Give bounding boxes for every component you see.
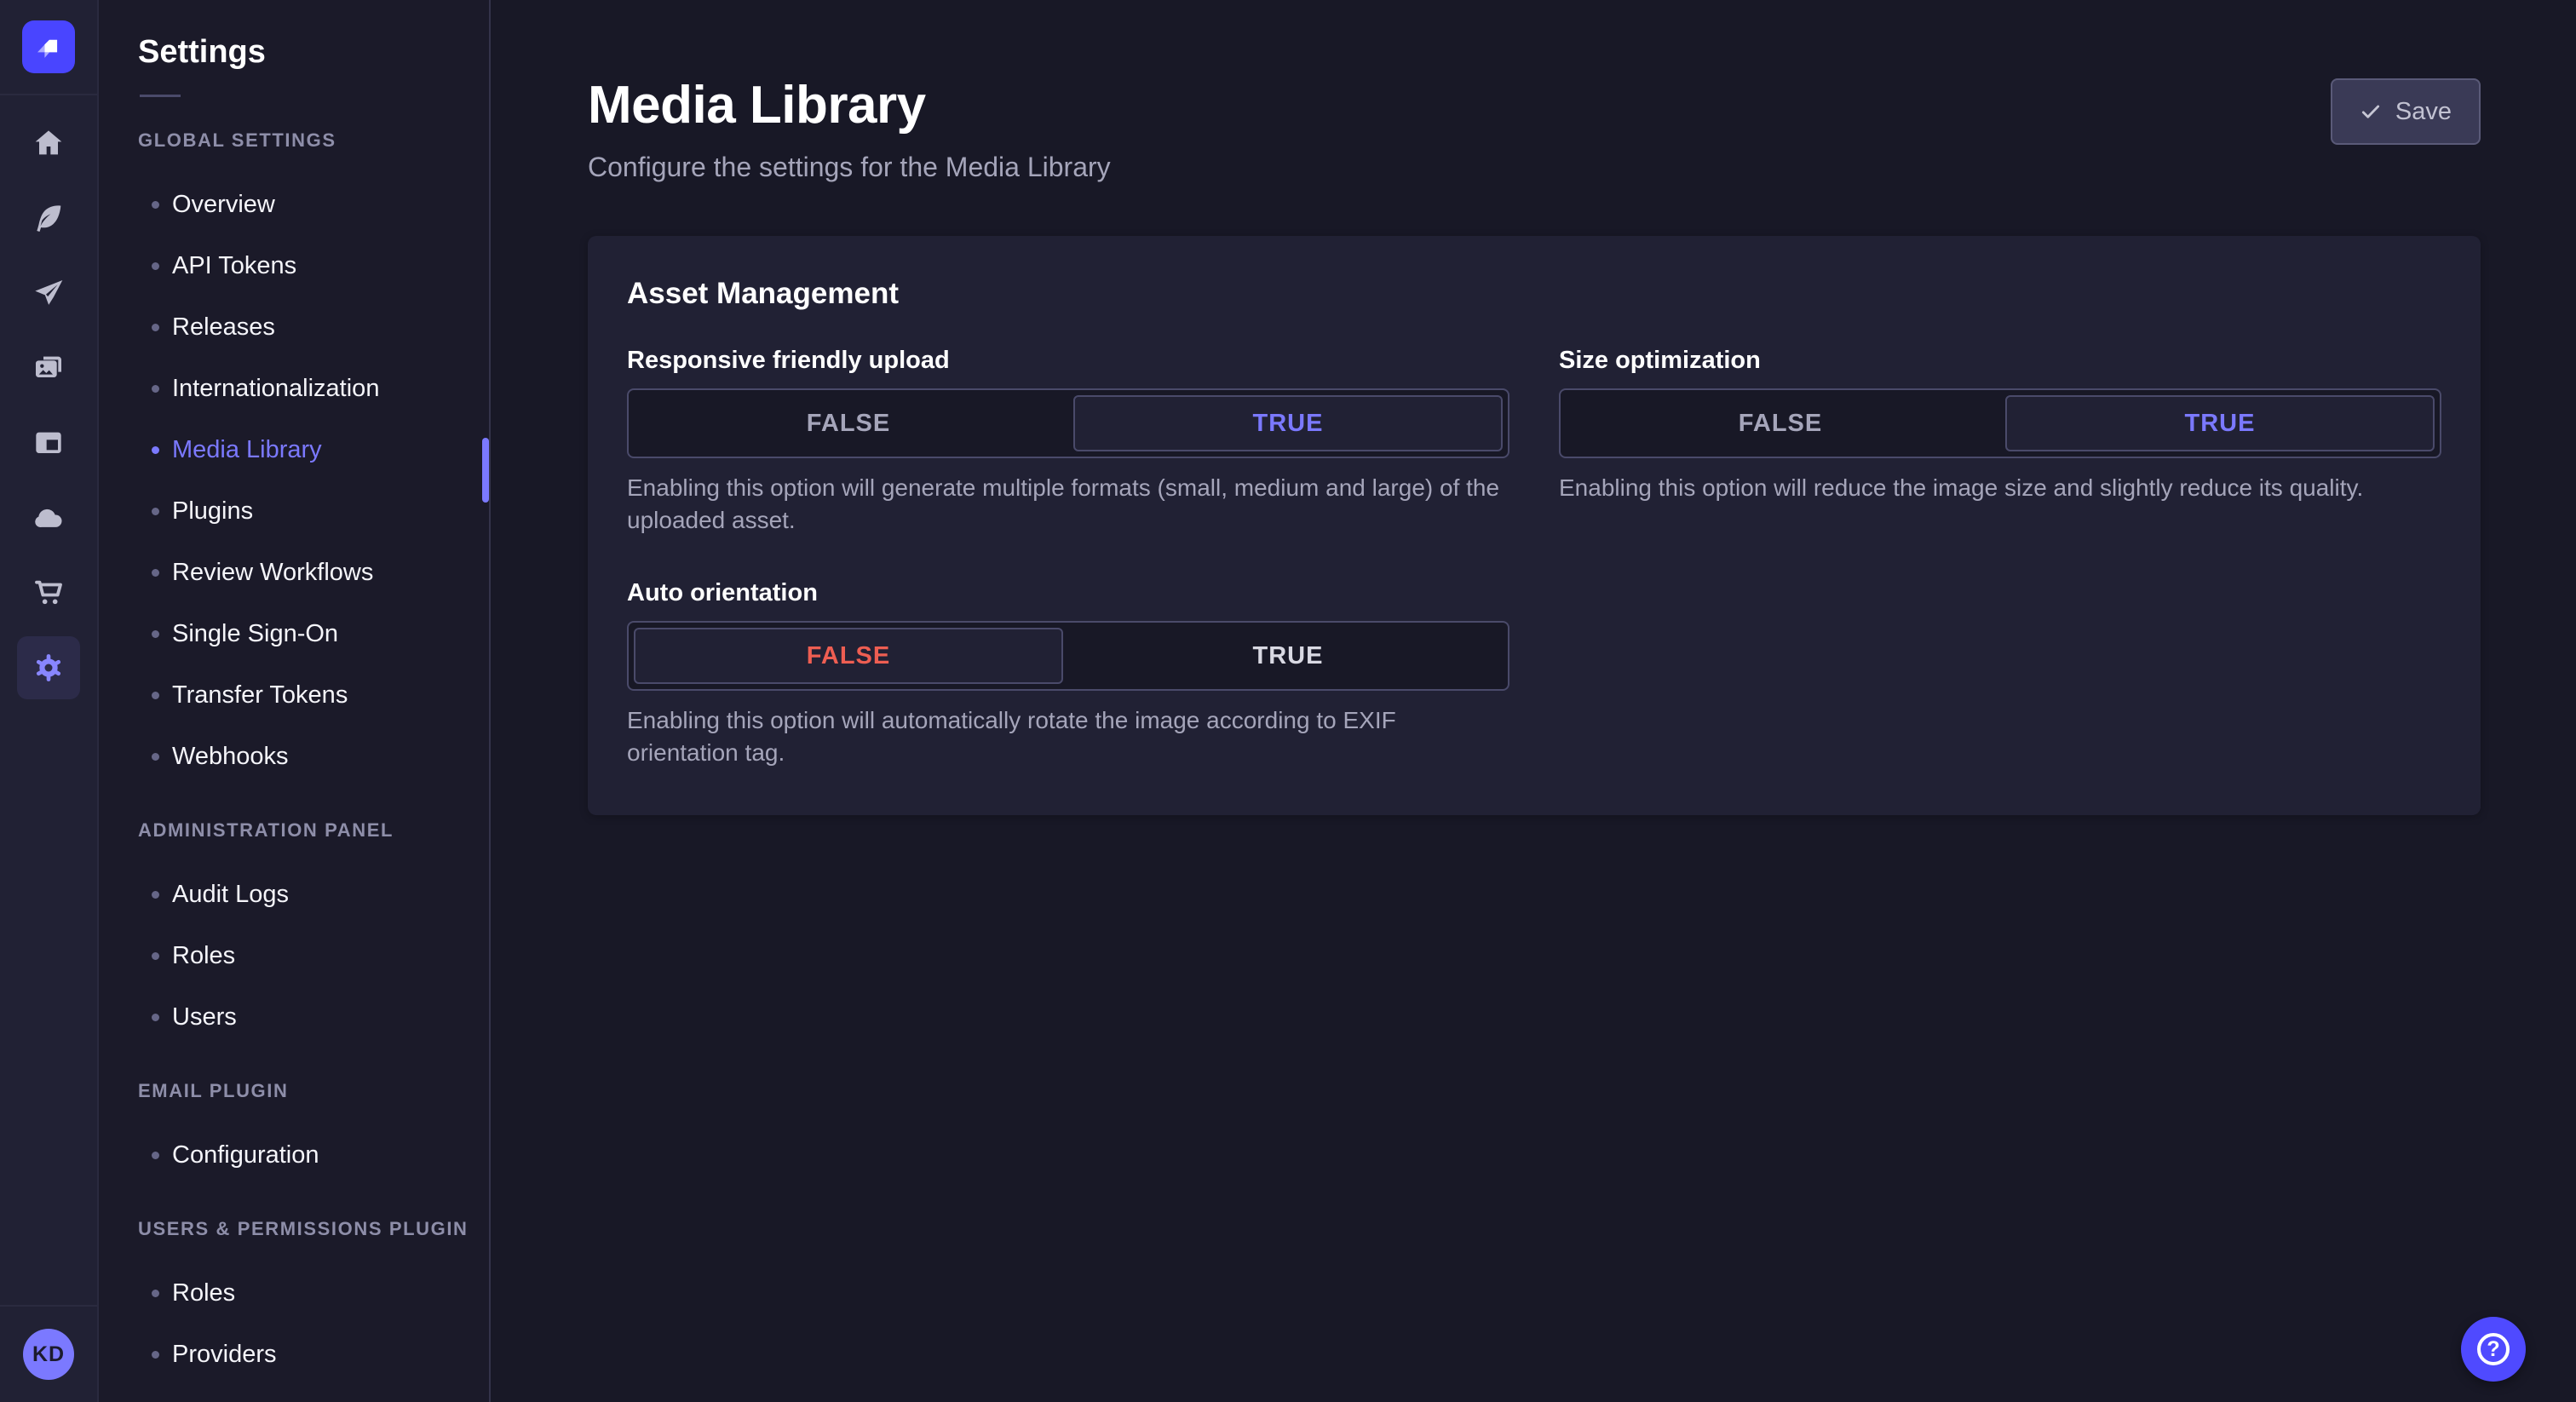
section-global-settings: GLOBAL SETTINGS Overview API Tokens Rele… xyxy=(99,129,489,787)
active-icon-chip xyxy=(17,636,80,699)
section-administration-panel: ADMINISTRATION PANEL Audit Logs Roles Us… xyxy=(99,819,489,1048)
subnav-item-plugins[interactable]: Plugins xyxy=(99,480,489,542)
auto-orientation-toggle: FALSE TRUE xyxy=(627,621,1509,691)
main-content: Media Library Configure the settings for… xyxy=(491,0,2576,1402)
bullet-icon xyxy=(152,568,159,577)
settings-gear-icon[interactable] xyxy=(0,630,98,705)
bullet-icon xyxy=(152,323,159,331)
subnav-item-users[interactable]: Users xyxy=(99,986,489,1048)
field-hint: Enabling this option will automatically … xyxy=(627,707,1396,766)
main-nav-rail: KD xyxy=(0,0,99,1402)
section-label: EMAIL PLUGIN xyxy=(138,1080,289,1101)
bullet-icon xyxy=(152,691,159,699)
field-responsive-friendly-upload: Responsive friendly upload FALSE TRUE En… xyxy=(627,347,1509,537)
subnav-item-configuration[interactable]: Configuration xyxy=(99,1124,489,1186)
question-mark-icon: ? xyxy=(2477,1333,2510,1365)
subnav-item-internationalization[interactable]: Internationalization xyxy=(99,358,489,419)
toggle-false-option[interactable]: FALSE xyxy=(634,395,1063,451)
save-button-label: Save xyxy=(2395,97,2452,125)
subnav-item-media-library[interactable]: Media Library xyxy=(99,419,489,480)
toggle-true-option[interactable]: TRUE xyxy=(2005,395,2435,451)
field-hint: Enabling this option will reduce the ima… xyxy=(1559,474,2364,501)
card-title: Asset Management xyxy=(627,277,899,310)
page-header: Media Library Configure the settings for… xyxy=(588,73,2481,183)
toggle-false-option[interactable]: FALSE xyxy=(1566,395,1995,451)
section-label: ADMINISTRATION PANEL xyxy=(138,819,394,841)
field-label: Auto orientation xyxy=(627,579,818,606)
bullet-icon xyxy=(152,261,159,270)
help-button[interactable]: ? xyxy=(2461,1317,2526,1382)
subnav-item-webhooks[interactable]: Webhooks xyxy=(99,726,489,787)
check-icon xyxy=(2361,105,2379,118)
toggle-true-option[interactable]: TRUE xyxy=(1073,628,1503,684)
section-users-permissions-plugin: USERS & PERMISSIONS PLUGIN Roles Provide… xyxy=(99,1218,489,1385)
subnav-divider xyxy=(140,95,181,97)
field-size-optimization: Size optimization FALSE TRUE Enabling th… xyxy=(1559,347,2441,537)
subnav-item-providers[interactable]: Providers xyxy=(99,1324,489,1385)
section-label: USERS & PERMISSIONS PLUGIN xyxy=(138,1218,469,1239)
page-subtitle: Configure the settings for the Media Lib… xyxy=(588,152,1111,182)
purchase-cart-icon[interactable] xyxy=(0,555,98,630)
subnav-item-audit-logs[interactable]: Audit Logs xyxy=(99,864,489,925)
bullet-icon xyxy=(152,1350,159,1359)
subnav-item-single-sign-on[interactable]: Single Sign-On xyxy=(99,603,489,664)
logo-container xyxy=(0,0,97,95)
field-label: Size optimization xyxy=(1559,347,1761,374)
toggle-false-option[interactable]: FALSE xyxy=(634,628,1063,684)
marketplace-layout-icon[interactable] xyxy=(0,405,98,480)
save-button[interactable]: Save xyxy=(2330,78,2481,145)
section-email-plugin: EMAIL PLUGIN Configuration xyxy=(99,1080,489,1186)
strapi-logo-icon xyxy=(37,39,58,58)
bullet-icon xyxy=(152,507,159,515)
settings-subnav: Settings GLOBAL SETTINGS Overview API To… xyxy=(99,0,491,1402)
subnav-title: Settings xyxy=(138,34,266,70)
size-optimization-toggle: FALSE TRUE xyxy=(1559,388,2441,458)
strapi-logo[interactable] xyxy=(22,20,75,73)
subnav-item-up-roles[interactable]: Roles xyxy=(99,1262,489,1324)
field-auto-orientation: Auto orientation FALSE TRUE Enabling thi… xyxy=(627,579,1509,769)
bullet-icon xyxy=(152,200,159,209)
bullet-icon xyxy=(152,384,159,393)
responsive-friendly-upload-toggle: FALSE TRUE xyxy=(627,388,1509,458)
section-label: GLOBAL SETTINGS xyxy=(138,129,336,151)
bullet-icon xyxy=(152,752,159,761)
subnav-item-review-workflows[interactable]: Review Workflows xyxy=(99,542,489,603)
subnav-item-transfer-tokens[interactable]: Transfer Tokens xyxy=(99,664,489,726)
field-label: Responsive friendly upload xyxy=(627,347,950,374)
content-feather-icon[interactable] xyxy=(0,181,98,256)
release-plane-icon[interactable] xyxy=(0,256,98,330)
bullet-icon xyxy=(152,1151,159,1159)
page-title: Media Library xyxy=(588,76,926,135)
fields-grid: Responsive friendly upload FALSE TRUE En… xyxy=(627,347,2441,769)
media-pictures-icon[interactable] xyxy=(0,330,98,405)
deploy-cloud-icon[interactable] xyxy=(0,480,98,555)
avatar-initials: KD xyxy=(32,1342,66,1366)
bullet-icon xyxy=(152,890,159,899)
bullet-icon xyxy=(152,951,159,960)
user-avatar[interactable]: KD xyxy=(23,1329,74,1380)
subnav-item-overview[interactable]: Overview xyxy=(99,174,489,235)
rail-footer: KD xyxy=(0,1305,97,1402)
subnav-item-roles[interactable]: Roles xyxy=(99,925,489,986)
bullet-icon xyxy=(152,1013,159,1021)
bullet-icon xyxy=(152,629,159,638)
subnav-item-api-tokens[interactable]: API Tokens xyxy=(99,235,489,296)
asset-management-card: Asset Management Responsive friendly upl… xyxy=(588,236,2481,815)
subnav-item-releases[interactable]: Releases xyxy=(99,296,489,358)
bullet-icon xyxy=(152,445,159,454)
toggle-true-option[interactable]: TRUE xyxy=(1073,395,1503,451)
home-icon[interactable] xyxy=(0,106,98,181)
bullet-icon xyxy=(152,1289,159,1297)
rail-icon-list xyxy=(0,95,97,1305)
active-item-indicator xyxy=(482,438,489,503)
field-hint: Enabling this option will generate multi… xyxy=(627,474,1500,533)
